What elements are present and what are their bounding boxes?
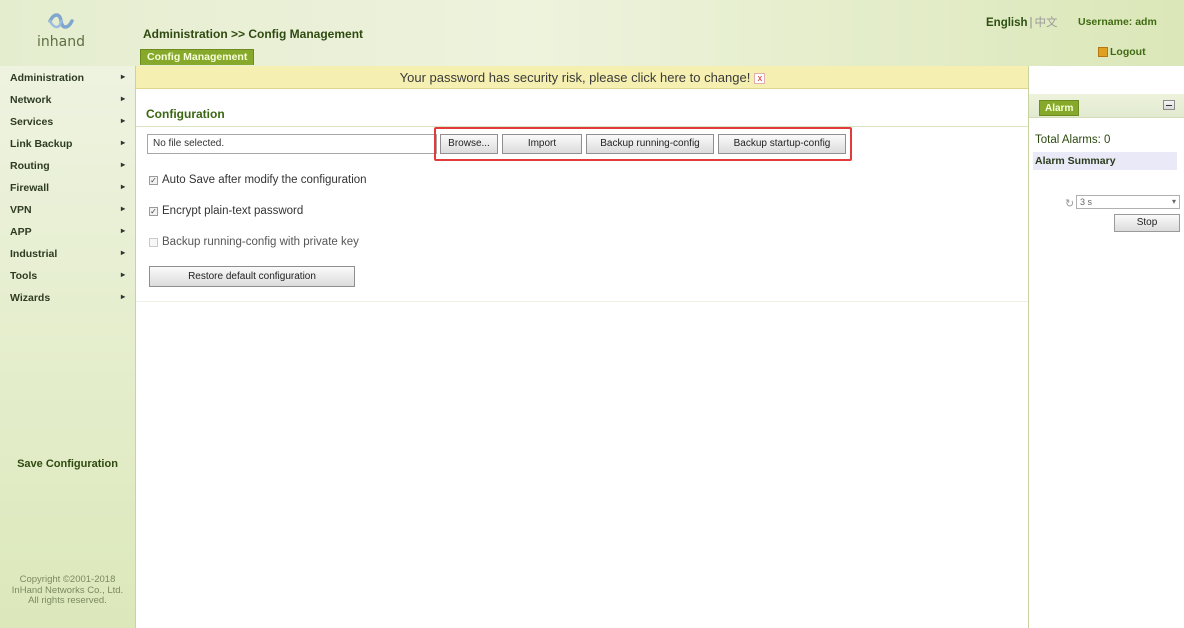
logo-mark-icon: [48, 13, 74, 29]
sidebar-item-link-backup[interactable]: Link Backup ▸: [10, 138, 128, 155]
sidebar-item-label: APP: [10, 226, 32, 238]
copyright-line: All rights reserved.: [28, 595, 107, 606]
encrypt-password-checkbox[interactable]: ✓: [149, 206, 158, 216]
lang-separator: |: [1029, 17, 1033, 29]
sidebar-item-label: Services: [10, 116, 54, 128]
refresh-interval-select[interactable]: 3 s ▾: [1076, 195, 1180, 209]
backup-startup-config-button[interactable]: Backup startup-config: [718, 134, 846, 154]
chevron-right-icon: ▸: [120, 248, 125, 257]
refresh-interval-value: 3 s: [1080, 197, 1093, 207]
private-key-label: Backup running-config with private key: [162, 236, 359, 248]
password-warning-banner[interactable]: Your password has security risk, please …: [136, 66, 1029, 89]
restore-default-button[interactable]: Restore default configuration: [149, 266, 355, 287]
chevron-right-icon: ▸: [120, 116, 125, 125]
chevron-right-icon: ▸: [120, 226, 125, 235]
sidebar-item-industrial[interactable]: Industrial ▸: [10, 248, 128, 265]
breadcrumb: Administration >> Config Management: [143, 27, 364, 41]
app-root: inhand Administration >> Config Manageme…: [0, 0, 1184, 628]
backup-running-config-button[interactable]: Backup running-config: [586, 134, 714, 154]
sidebar-item-administration[interactable]: Administration ▸: [10, 72, 128, 89]
content-divider: [136, 301, 1029, 302]
close-icon[interactable]: x: [754, 73, 766, 85]
alarm-summary-link[interactable]: Alarm Summary: [1033, 152, 1177, 170]
import-button[interactable]: Import: [502, 134, 582, 154]
refresh-icon: ↻: [1065, 198, 1075, 210]
sidebar-item-network[interactable]: Network ▸: [10, 94, 128, 111]
alarm-panel-header: Alarm: [1029, 94, 1184, 118]
stop-button[interactable]: Stop: [1114, 214, 1180, 232]
total-alarms: Total Alarms: 0: [1035, 134, 1111, 146]
sidebar-item-label: Routing: [10, 160, 50, 172]
header: inhand Administration >> Config Manageme…: [0, 0, 1184, 66]
sidebar-item-label: Wizards: [10, 292, 51, 304]
chevron-right-icon: ▸: [120, 270, 125, 279]
sidebar-item-label: Industrial: [10, 248, 58, 260]
sidebar-item-wizards[interactable]: Wizards ▸: [10, 292, 128, 309]
chevron-right-icon: ▸: [120, 138, 125, 147]
sidebar-item-firewall[interactable]: Firewall ▸: [10, 182, 128, 199]
sidebar-item-label: Link Backup: [10, 138, 73, 150]
sidebar-item-label: Tools: [10, 270, 38, 282]
auto-save-label: Auto Save after modify the configuration: [162, 174, 367, 186]
tab-alarm[interactable]: Alarm: [1039, 100, 1080, 116]
logout-link[interactable]: Logout: [1098, 46, 1146, 58]
chevron-right-icon: ▸: [120, 204, 125, 213]
sidebar-item-vpn[interactable]: VPN ▸: [10, 204, 128, 221]
file-path-field[interactable]: No file selected.: [147, 134, 437, 154]
save-configuration-link[interactable]: Save Configuration: [0, 458, 135, 470]
encrypt-password-label: Encrypt plain-text password: [162, 205, 304, 217]
username-label: Username: adm: [1078, 16, 1157, 28]
sidebar-item-routing[interactable]: Routing ▸: [10, 160, 128, 177]
sidebar-item-label: Firewall: [10, 182, 50, 194]
chevron-right-icon: ▸: [120, 160, 125, 169]
sidebar-item-label: Administration: [10, 72, 85, 84]
sidebar-item-services[interactable]: Services ▸: [10, 116, 128, 133]
warning-text: Your password has security risk, please …: [399, 70, 751, 85]
chevron-down-icon: ▾: [1171, 197, 1176, 206]
sidebar-item-app[interactable]: APP ▸: [10, 226, 128, 243]
private-key-option[interactable]: Backup running-config with private key: [149, 236, 359, 248]
chevron-right-icon: ▸: [120, 94, 125, 103]
sidebar-item-tools[interactable]: Tools ▸: [10, 270, 128, 287]
main-content: Your password has security risk, please …: [135, 66, 1029, 628]
chevron-right-icon: ▸: [120, 72, 125, 81]
lang-chinese-link[interactable]: 中文: [1035, 17, 1058, 29]
section-title: Configuration: [146, 107, 225, 121]
browse-button[interactable]: Browse...: [440, 134, 498, 154]
logout-icon: [1098, 47, 1108, 57]
minimize-icon[interactable]: [1163, 100, 1175, 110]
copyright-line: Copyright ©2001-2018: [19, 574, 116, 585]
chevron-right-icon: ▸: [120, 292, 125, 301]
sidebar-item-label: VPN: [10, 204, 32, 216]
copyright: Copyright ©2001-2018 InHand Networks Co.…: [0, 574, 135, 607]
tab-config-management[interactable]: Config Management: [140, 49, 255, 65]
sidebar-item-label: Network: [10, 94, 52, 106]
auto-save-checkbox[interactable]: ✓: [149, 175, 158, 185]
auto-save-option[interactable]: ✓ Auto Save after modify the configurati…: [149, 174, 367, 186]
language-switcher: English | 中文: [986, 14, 1058, 30]
encrypt-password-option[interactable]: ✓ Encrypt plain-text password: [149, 205, 303, 217]
logo-text: inhand: [37, 34, 85, 50]
sidebar: Administration ▸ Network ▸ Services ▸ Link …: [0, 66, 135, 628]
inhand-logo: inhand: [16, 8, 106, 52]
logout-label: Logout: [1110, 46, 1146, 58]
alarm-panel: Alarm Total Alarms: 0 Alarm Summary ↻ 3 …: [1028, 66, 1184, 628]
lang-english-link[interactable]: English: [986, 17, 1028, 29]
chevron-right-icon: ▸: [120, 182, 125, 191]
private-key-checkbox[interactable]: [149, 237, 158, 247]
